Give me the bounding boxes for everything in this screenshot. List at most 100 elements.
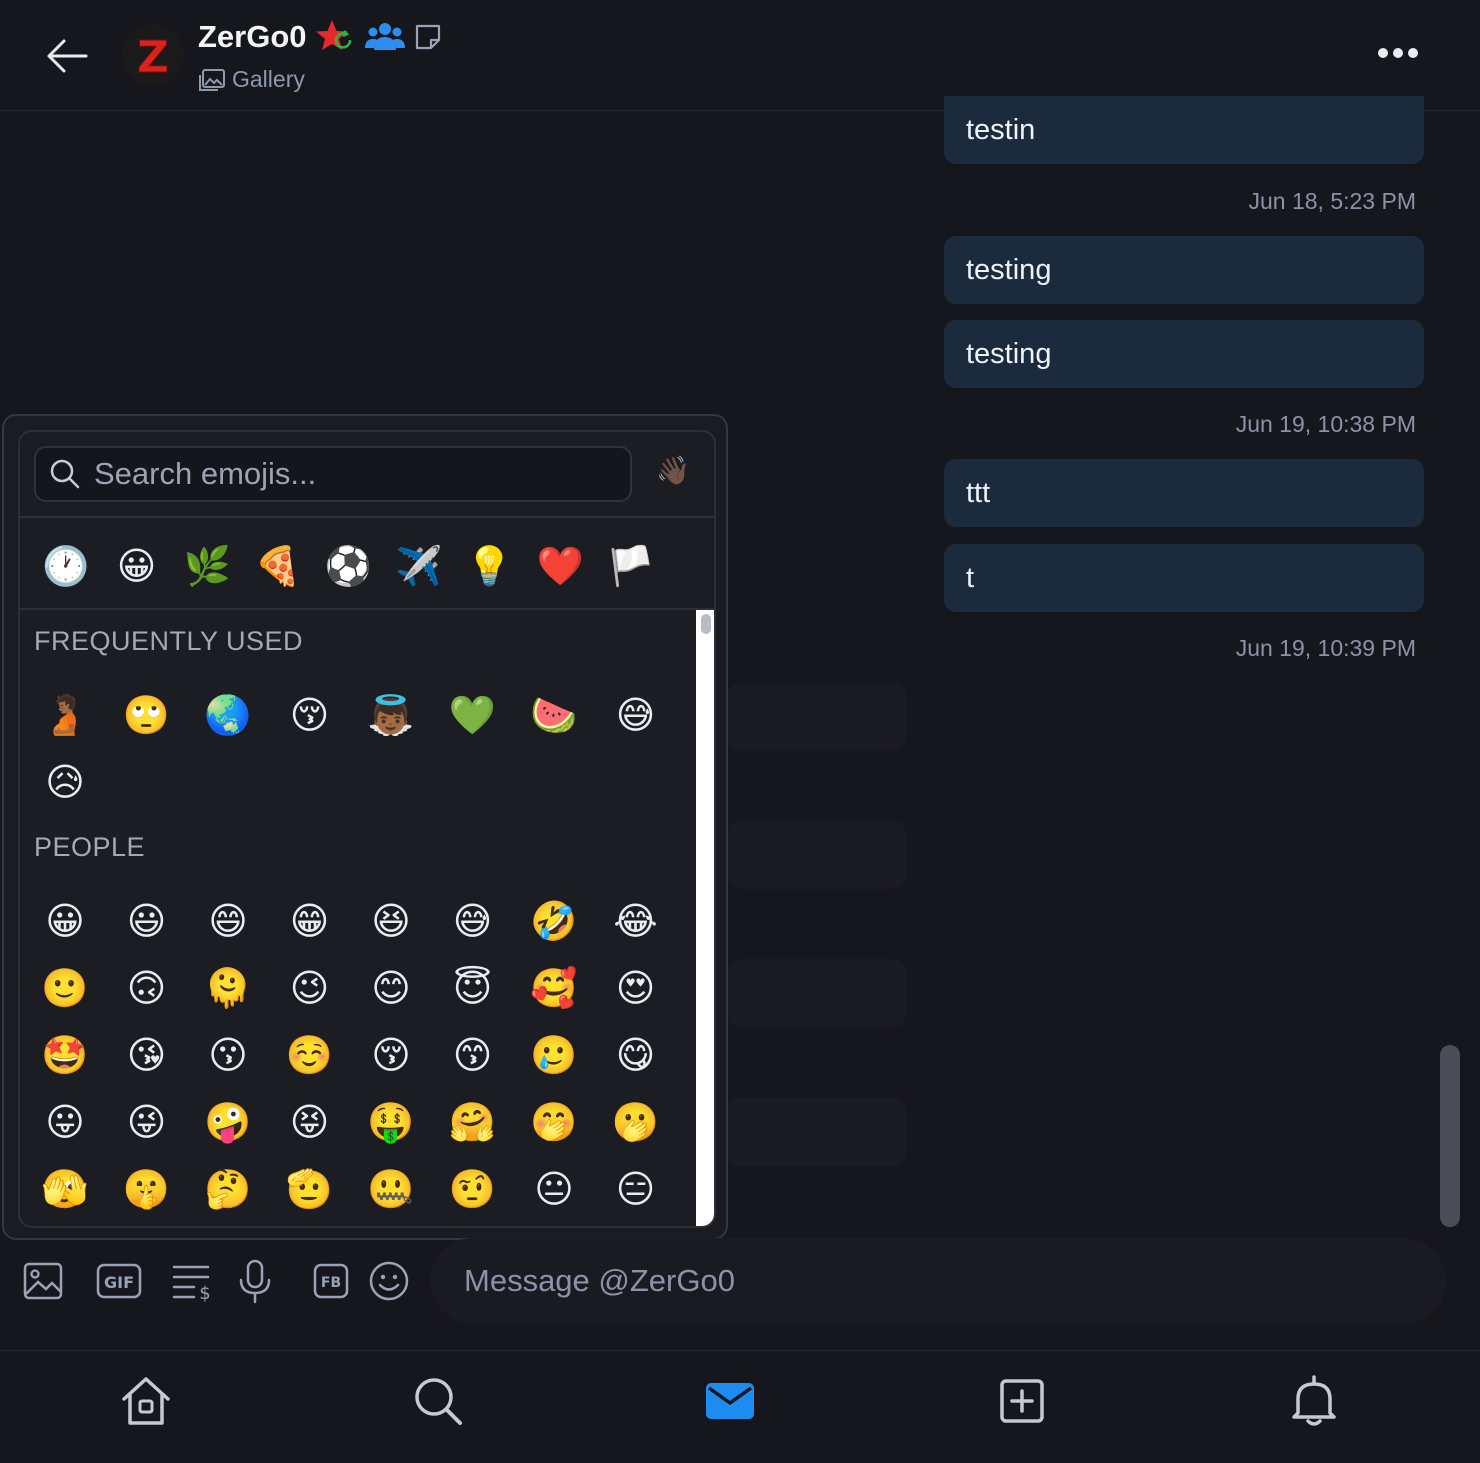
- emoji-item[interactable]: 😙: [442, 1024, 504, 1086]
- category-nature[interactable]: 🌿: [179, 538, 235, 594]
- emoji-search-box[interactable]: [34, 446, 632, 502]
- svg-text:FB: FB: [321, 1275, 341, 1291]
- emoji-item[interactable]: 🫢: [605, 1091, 667, 1153]
- emoji-list-scrollbar[interactable]: [696, 610, 714, 1226]
- category-travel[interactable]: ✈️: [391, 538, 447, 594]
- emoji-item[interactable]: 🙃: [116, 957, 178, 1019]
- category-objects[interactable]: 💡: [462, 538, 518, 594]
- emoji-item[interactable]: 🤩: [34, 1024, 96, 1086]
- emoji-item[interactable]: 😑: [605, 1158, 667, 1220]
- emoji-list: FREQUENTLY USED 🫄🏾 🙄 🌏 😚 👼🏾 💚 🍉 😅 😥 PEOPLE 😀 😃 😄 😁 😆 😅 🤣 😂…: [20, 610, 694, 1226]
- emoji-icon[interactable]: [366, 1258, 412, 1304]
- messages-icon[interactable]: [700, 1371, 760, 1431]
- emoji-item[interactable]: 😗: [197, 1024, 259, 1086]
- message-bubble[interactable]: testing: [944, 320, 1424, 388]
- emoji-item[interactable]: 🫡: [279, 1158, 341, 1220]
- note-icon[interactable]: [413, 22, 443, 52]
- category-symbols[interactable]: ❤️: [532, 538, 588, 594]
- emoji-item[interactable]: 😋: [605, 1024, 667, 1086]
- emoji-item[interactable]: 🙄: [116, 684, 178, 746]
- group-icon[interactable]: [364, 20, 405, 54]
- gallery-icon: [199, 68, 225, 91]
- microphone-icon[interactable]: [232, 1258, 278, 1304]
- emoji-item[interactable]: 🤔: [197, 1158, 259, 1220]
- incoming-bubble-placeholder: [728, 1098, 906, 1166]
- emoji-item[interactable]: 😜: [116, 1091, 178, 1153]
- gif-icon[interactable]: GIF: [96, 1258, 142, 1304]
- more-options-icon[interactable]: [1376, 42, 1420, 64]
- emoji-item[interactable]: 🫠: [197, 957, 259, 1019]
- avatar-logo-icon: Z: [137, 32, 170, 84]
- emoji-section-title: FREQUENTLY USED: [34, 626, 304, 656]
- gallery-link[interactable]: Gallery: [198, 66, 305, 93]
- emoji-item[interactable]: 🤗: [442, 1091, 504, 1153]
- message-composer[interactable]: [430, 1238, 1446, 1324]
- category-people[interactable]: 😀: [109, 538, 165, 594]
- emoji-item[interactable]: 🤫: [116, 1158, 178, 1220]
- emoji-item[interactable]: 🍉: [523, 684, 585, 746]
- emoji-item[interactable]: 😆: [360, 890, 422, 952]
- emoji-item[interactable]: 😉: [279, 957, 341, 1019]
- emoji-item[interactable]: 🤨: [442, 1158, 504, 1220]
- emoji-item[interactable]: 🤪: [197, 1091, 259, 1153]
- emoji-item[interactable]: 😁: [279, 890, 341, 952]
- category-flags[interactable]: 🏳️: [603, 538, 659, 594]
- message-bubble[interactable]: ttt: [944, 459, 1424, 527]
- search-icon[interactable]: [408, 1371, 468, 1431]
- emoji-item[interactable]: 😂: [605, 890, 667, 952]
- emoji-item[interactable]: 🥰: [523, 957, 585, 1019]
- emoji-item[interactable]: 😚: [279, 684, 341, 746]
- message-bubble[interactable]: t: [944, 544, 1424, 612]
- emoji-item[interactable]: 😅: [442, 890, 504, 952]
- emoji-item[interactable]: 😊: [360, 957, 422, 1019]
- search-icon: [50, 459, 80, 489]
- emoji-item[interactable]: 🙂: [34, 957, 96, 1019]
- emoji-item[interactable]: 🤑: [360, 1091, 422, 1153]
- skin-tone-selector[interactable]: 👋🏿: [656, 454, 691, 487]
- emoji-item[interactable]: 🤭: [523, 1091, 585, 1153]
- message-text: testin: [966, 113, 1036, 146]
- emoji-item[interactable]: 🤣: [523, 890, 585, 952]
- emoji-item[interactable]: 🥲: [523, 1024, 585, 1086]
- emoji-item[interactable]: 🌏: [197, 684, 259, 746]
- incoming-bubble-placeholder: [728, 821, 906, 889]
- fb-icon[interactable]: FB: [308, 1258, 354, 1304]
- emoji-item[interactable]: 😝: [279, 1091, 341, 1153]
- emoji-item[interactable]: 😥: [34, 751, 96, 813]
- emoji-item[interactable]: 😘: [116, 1024, 178, 1086]
- emoji-item[interactable]: 😄: [197, 890, 259, 952]
- back-arrow-icon[interactable]: [44, 36, 90, 76]
- emoji-item[interactable]: 😀: [34, 890, 96, 952]
- message-input[interactable]: [462, 1262, 1406, 1300]
- notifications-icon[interactable]: [1284, 1371, 1344, 1431]
- emoji-item[interactable]: 😃: [116, 890, 178, 952]
- emoji-item[interactable]: 💚: [442, 684, 504, 746]
- avatar[interactable]: Z: [122, 24, 184, 86]
- emoji-item[interactable]: 😍: [605, 957, 667, 1019]
- emoji-item[interactable]: 😛: [34, 1091, 96, 1153]
- emoji-item[interactable]: 🫄🏾: [34, 684, 96, 746]
- home-icon[interactable]: [116, 1371, 176, 1431]
- image-icon[interactable]: [20, 1258, 66, 1304]
- message-bubble[interactable]: testin: [944, 96, 1424, 164]
- paid-text-icon[interactable]: $: [170, 1258, 216, 1304]
- username: ZerGo0: [198, 19, 307, 54]
- emoji-item[interactable]: 👼🏾: [360, 684, 422, 746]
- gif-icon-frame: GIF: [96, 1263, 142, 1299]
- emoji-item[interactable]: 😅: [605, 684, 667, 746]
- add-post-icon[interactable]: [992, 1371, 1052, 1431]
- emoji-search-input[interactable]: [92, 455, 616, 493]
- chat-scrollbar[interactable]: [1440, 1045, 1460, 1227]
- category-recent[interactable]: 🕐: [38, 538, 94, 594]
- message-text: ttt: [966, 476, 991, 509]
- emoji-item[interactable]: ☺️: [279, 1024, 341, 1086]
- emoji-item[interactable]: 🫣: [34, 1158, 96, 1220]
- emoji-item[interactable]: 🤐: [360, 1158, 422, 1220]
- category-activity[interactable]: ⚽: [320, 538, 376, 594]
- emoji-list-scroll-thumb[interactable]: [701, 614, 711, 634]
- emoji-item[interactable]: 😇: [442, 957, 504, 1019]
- category-food[interactable]: 🍕: [250, 538, 306, 594]
- emoji-item[interactable]: 😚: [360, 1024, 422, 1086]
- emoji-item[interactable]: 😐: [523, 1158, 585, 1220]
- message-bubble[interactable]: testing: [944, 236, 1424, 304]
